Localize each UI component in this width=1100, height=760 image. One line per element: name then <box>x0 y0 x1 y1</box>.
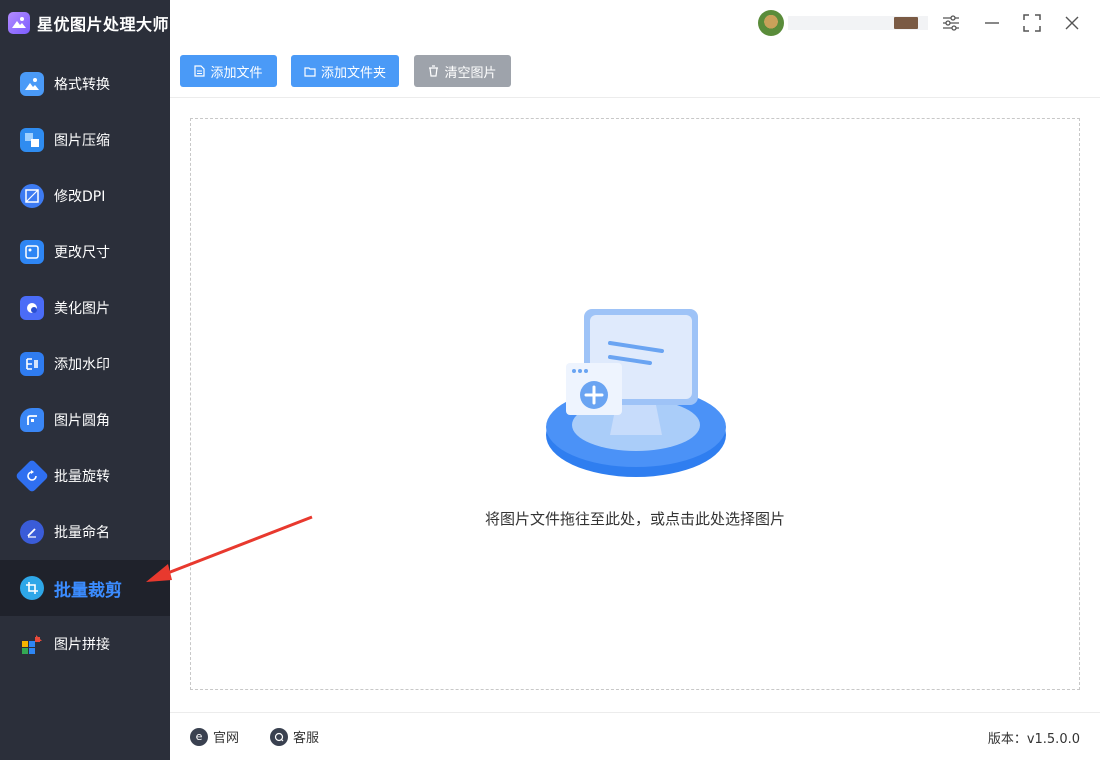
toolbar: 添加文件 添加文件夹 清空图片 <box>170 46 1100 98</box>
app-logo-icon <box>8 12 30 34</box>
support-label: 客服 <box>293 731 320 746</box>
sidebar-item-puzzle[interactable]: 图片拼接 <box>0 616 170 672</box>
version-text: 版本：v1.5.0.0 <box>987 732 1080 747</box>
sidebar-item-crop[interactable]: 批量裁剪 <box>0 560 170 616</box>
sidebar-item-label: 批量命名 <box>54 525 110 541</box>
add-file-button[interactable]: 添加文件 <box>180 55 277 87</box>
sidebar-item-dpi[interactable]: 修改DPI <box>0 168 170 224</box>
sidebar-item-format-convert[interactable]: 格式转换 <box>0 56 170 112</box>
sidebar-item-rename[interactable]: 批量命名 <box>0 504 170 560</box>
sidebar-item-watermark[interactable]: 添加水印 <box>0 336 170 392</box>
sidebar-item-label: 修改DPI <box>54 189 106 205</box>
sidebar-item-resize[interactable]: 更改尺寸 <box>0 224 170 280</box>
puzzle-icon <box>20 632 44 656</box>
sidebar-item-compress[interactable]: 图片压缩 <box>0 112 170 168</box>
dpi-icon <box>20 184 44 208</box>
rename-icon <box>20 520 44 544</box>
sidebar-item-label: 格式转换 <box>54 77 110 93</box>
sidebar-item-label: 更改尺寸 <box>54 245 110 261</box>
add-folder-label: 添加文件夹 <box>320 65 386 81</box>
sidebar-item-label: 图片拼接 <box>54 637 110 653</box>
watermark-icon <box>20 352 44 376</box>
rotate-icon <box>15 459 49 493</box>
sidebar-item-label: 批量旋转 <box>54 469 110 485</box>
support-link[interactable]: 客服 <box>270 727 319 746</box>
drop-zone[interactable]: 将图片文件拖往至此处，或点击此处选择图片 <box>190 118 1080 690</box>
maximize-icon[interactable] <box>1021 12 1043 34</box>
beautify-icon <box>20 296 44 320</box>
app-title: 星优图片处理大师 <box>37 15 170 34</box>
add-file-label: 添加文件 <box>210 65 263 81</box>
minimize-icon[interactable] <box>981 12 1003 34</box>
sidebar-item-round-corner[interactable]: 图片圆角 <box>0 392 170 448</box>
file-icon <box>194 65 206 77</box>
title-bar <box>170 0 1100 46</box>
website-link[interactable]: e 官网 <box>190 727 239 746</box>
sidebar-item-beautify[interactable]: 美化图片 <box>0 280 170 336</box>
sidebar-item-label: 图片圆角 <box>54 413 110 429</box>
monitor-add-illustration <box>544 307 728 483</box>
sidebar-item-label: 图片压缩 <box>54 133 110 149</box>
chat-icon <box>270 727 288 746</box>
sidebar-item-label: 批量裁剪 <box>54 580 122 601</box>
crop-icon <box>20 576 44 600</box>
folder-icon <box>304 66 316 77</box>
clear-images-label: 清空图片 <box>444 65 497 81</box>
add-folder-button[interactable]: 添加文件夹 <box>291 55 399 87</box>
user-area[interactable] <box>758 10 928 36</box>
sidebar-item-rotate[interactable]: 批量旋转 <box>0 448 170 504</box>
sidebar-item-label: 美化图片 <box>54 301 110 317</box>
brand: 星优图片处理大师 <box>0 0 170 46</box>
clear-images-button[interactable]: 清空图片 <box>414 55 511 87</box>
settings-icon[interactable] <box>940 12 962 34</box>
avatar <box>758 10 784 36</box>
close-icon[interactable] <box>1061 12 1083 34</box>
footer: e 官网 客服 版本：v1.5.0.0 <box>170 712 1100 760</box>
sidebar-item-label: 添加水印 <box>54 357 110 373</box>
trash-icon <box>429 65 439 77</box>
sidebar: 星优图片处理大师 格式转换 图片压缩 修改DPI 更改尺寸 美化图片 添加水印 … <box>0 0 170 760</box>
round-corner-icon <box>20 408 44 432</box>
format-convert-icon <box>20 72 44 96</box>
resize-icon <box>20 240 44 264</box>
compress-icon <box>20 128 44 152</box>
drop-hint-text: 将图片文件拖往至此处，或点击此处选择图片 <box>484 510 785 528</box>
vip-badge <box>894 17 918 29</box>
website-label: 官网 <box>213 731 240 746</box>
browser-icon: e <box>190 727 208 746</box>
sidebar-nav: 格式转换 图片压缩 修改DPI 更改尺寸 美化图片 添加水印 图片圆角 批量旋转… <box>0 56 170 672</box>
